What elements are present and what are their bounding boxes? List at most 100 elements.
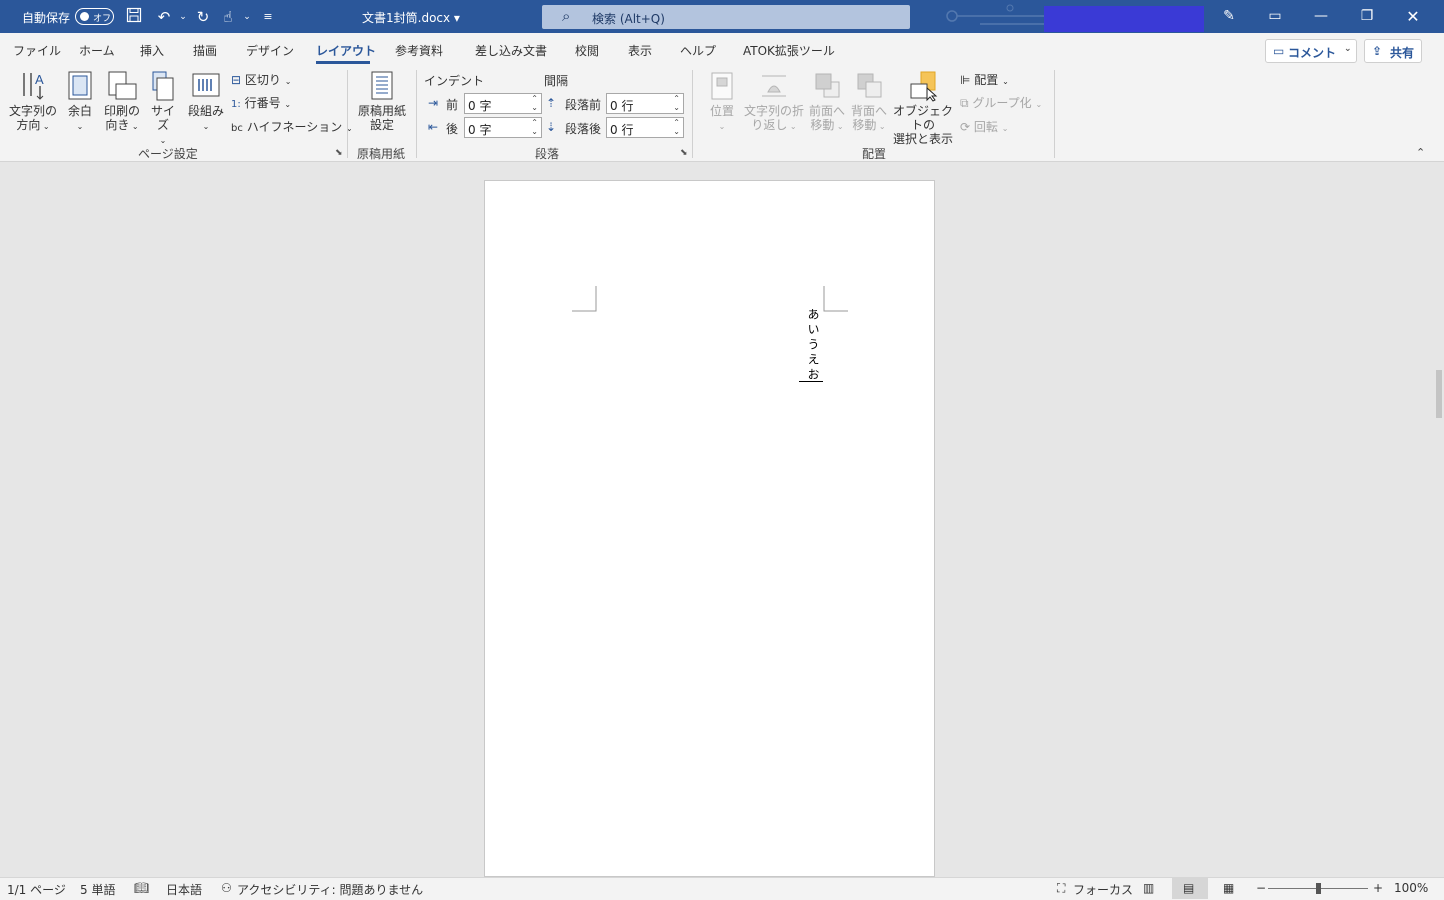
genko-settings-button[interactable]: 原稿用紙 設定 [354,70,410,132]
comment-label: コメント [1288,46,1337,60]
touch-dropdown-icon[interactable]: ⌄ [237,7,257,27]
undo-dropdown-icon[interactable]: ⌄ [173,7,193,27]
hyphenation-button[interactable]: bc ハイフネーション ⌄ [231,118,353,135]
genko-group-label: 原稿用紙 [357,147,406,161]
focus-mode-button[interactable]: フォーカス [1073,881,1133,898]
margins-button[interactable]: 余白 ⌄ [63,70,97,134]
rotate-button[interactable]: ⟳ 回転 ⌄ [960,118,1008,135]
zoom-out-icon[interactable]: − [1256,881,1266,895]
account-avatar[interactable] [1044,6,1204,32]
minimize-icon[interactable]: — [1298,0,1344,33]
comment-button[interactable]: ▭ コメント ⌄ [1265,39,1357,63]
zoom-slider-thumb[interactable] [1316,883,1321,894]
comment-icon: ▭ [1273,44,1285,58]
search-box[interactable]: ⌕ 検索 (Alt+Q) [542,5,910,29]
undo-icon[interactable]: ↶ [154,7,174,27]
send-backward-label-1: 背面へ [850,104,887,118]
spin-arrows-icon[interactable]: ⌃ ⌄ [531,94,538,112]
read-mode-icon[interactable]: ▥ [1143,881,1154,895]
text-direction-label-2: 方向 [16,118,41,132]
align-button[interactable]: ⊫ 配置 ⌄ [960,71,1009,88]
text-direction-button[interactable]: A 文字列の 方向 ⌄ [8,70,58,134]
tab-mailings[interactable]: 差し込み文書 [475,42,547,59]
columns-label: 段組み [187,104,224,118]
customize-toolbar-icon[interactable]: ≡ [258,7,278,27]
indent-before-input[interactable]: 0 字 ⌃ ⌄ [464,93,542,114]
orientation-label-2: 向き [105,118,130,132]
tab-layout[interactable]: レイアウト [316,42,376,59]
selection-pane-button[interactable]: オブジェクトの 選択と表示 [890,70,956,146]
group-objects-button[interactable]: ⧉ グループ化 ⌄ [960,94,1042,111]
tab-help[interactable]: ヘルプ [680,42,716,59]
send-backward-button[interactable]: 背面へ 移動 ⌄ [849,70,889,134]
redo-icon[interactable]: ↻ [193,7,213,27]
zoom-level[interactable]: 100% [1394,881,1428,895]
wrap-text-button[interactable]: 文字列の折 り返し ⌄ [743,70,805,134]
close-icon[interactable]: ✕ [1390,0,1436,33]
tab-insert[interactable]: 挿入 [140,42,164,59]
line-numbers-button[interactable]: 1: 行番号 ⌄ [231,94,291,111]
selection-pane-label-1: オブジェクトの [892,104,953,132]
group-objects-label: グループ化 [972,96,1032,110]
pen-icon[interactable]: ✎ [1206,0,1252,33]
vertical-scrollbar-thumb[interactable] [1436,370,1442,418]
autosave-toggle[interactable]: オフ [75,8,114,25]
space-before-input[interactable]: 0 行 ⌃ ⌄ [606,93,684,114]
tab-home[interactable]: ホーム [79,42,115,59]
tab-design[interactable]: デザイン [246,42,294,59]
vertical-document-text[interactable]: あいうえお [805,308,822,383]
spin-arrows-icon[interactable]: ⌃ ⌄ [531,118,538,136]
share-button[interactable]: ⇪ 共有 [1364,39,1422,63]
chevron-down-icon: ⌄ [1344,44,1352,54]
page-count[interactable]: 1/1 ページ [7,881,66,898]
align-icon: ⊫ [960,73,971,87]
position-button[interactable]: 位置 ⌄ [705,70,739,134]
web-layout-icon[interactable]: ▦ [1223,881,1234,895]
touch-mode-icon[interactable]: ☝ [218,7,238,27]
tab-view[interactable]: 表示 [628,42,652,59]
spin-arrows-icon[interactable]: ⌃ ⌄ [673,118,680,136]
orientation-button[interactable]: 印刷の 向き ⌄ [101,70,143,134]
zoom-in-icon[interactable]: + [1373,881,1383,895]
page-setup-launcher-icon[interactable]: ⬊ [335,148,343,158]
breaks-button[interactable]: ⊟ 区切り ⌄ [231,71,291,88]
columns-button[interactable]: 段組み ⌄ [185,70,227,134]
accessibility-status[interactable]: アクセシビリティ: 問題ありません [237,881,423,898]
paragraph-launcher-icon[interactable]: ⬊ [680,148,688,158]
autosave-state: オフ [93,14,112,24]
space-after-input[interactable]: 0 行 ⌃ ⌄ [606,117,684,138]
text-cursor-line [799,381,823,382]
indent-before-value: 0 字 [468,99,492,113]
restore-icon[interactable]: ❐ [1344,0,1390,33]
spin-arrows-icon[interactable]: ⌃ ⌄ [673,94,680,112]
indent-right-icon: ⇤ [428,120,439,134]
right-margin-corner-mark [823,286,848,312]
tab-atok[interactable]: ATOK拡張ツール [743,42,835,59]
print-layout-icon: ▤ [1183,881,1195,895]
text-direction-icon: A [23,72,44,100]
tab-draw[interactable]: 描画 [193,42,217,59]
word-count[interactable]: 5 単語 [80,881,115,898]
position-icon [711,72,733,100]
document-title[interactable]: 文書1封筒.docx ▾ [362,9,460,26]
send-backward-label-2: 移動 [852,118,877,132]
proofing-icon[interactable]: 📖︎ [134,881,149,895]
tab-references[interactable]: 参考資料 [395,42,443,59]
bring-forward-label-1: 前面へ [808,104,845,118]
indent-before-label: 前 [446,98,459,112]
space-before-value: 0 行 [610,99,634,113]
tab-file[interactable]: ファイル [13,42,61,59]
language-indicator[interactable]: 日本語 [166,881,202,898]
save-icon[interactable] [124,7,144,27]
size-button[interactable]: サイズ ⌄ [146,70,180,148]
indent-after-input[interactable]: 0 字 ⌃ ⌄ [464,117,542,138]
ribbon-display-options-icon[interactable]: ▭ [1252,0,1298,33]
bring-forward-button[interactable]: 前面へ 移動 ⌄ [807,70,847,134]
document-page[interactable] [484,180,935,877]
tab-review[interactable]: 校閲 [575,42,599,59]
collapse-ribbon-icon[interactable]: ⌃ [1416,146,1425,159]
indent-label: インデント [424,74,485,88]
group-icon: ⧉ [960,96,969,110]
zoom-slider[interactable] [1268,883,1368,894]
size-label: サイズ [150,104,175,132]
